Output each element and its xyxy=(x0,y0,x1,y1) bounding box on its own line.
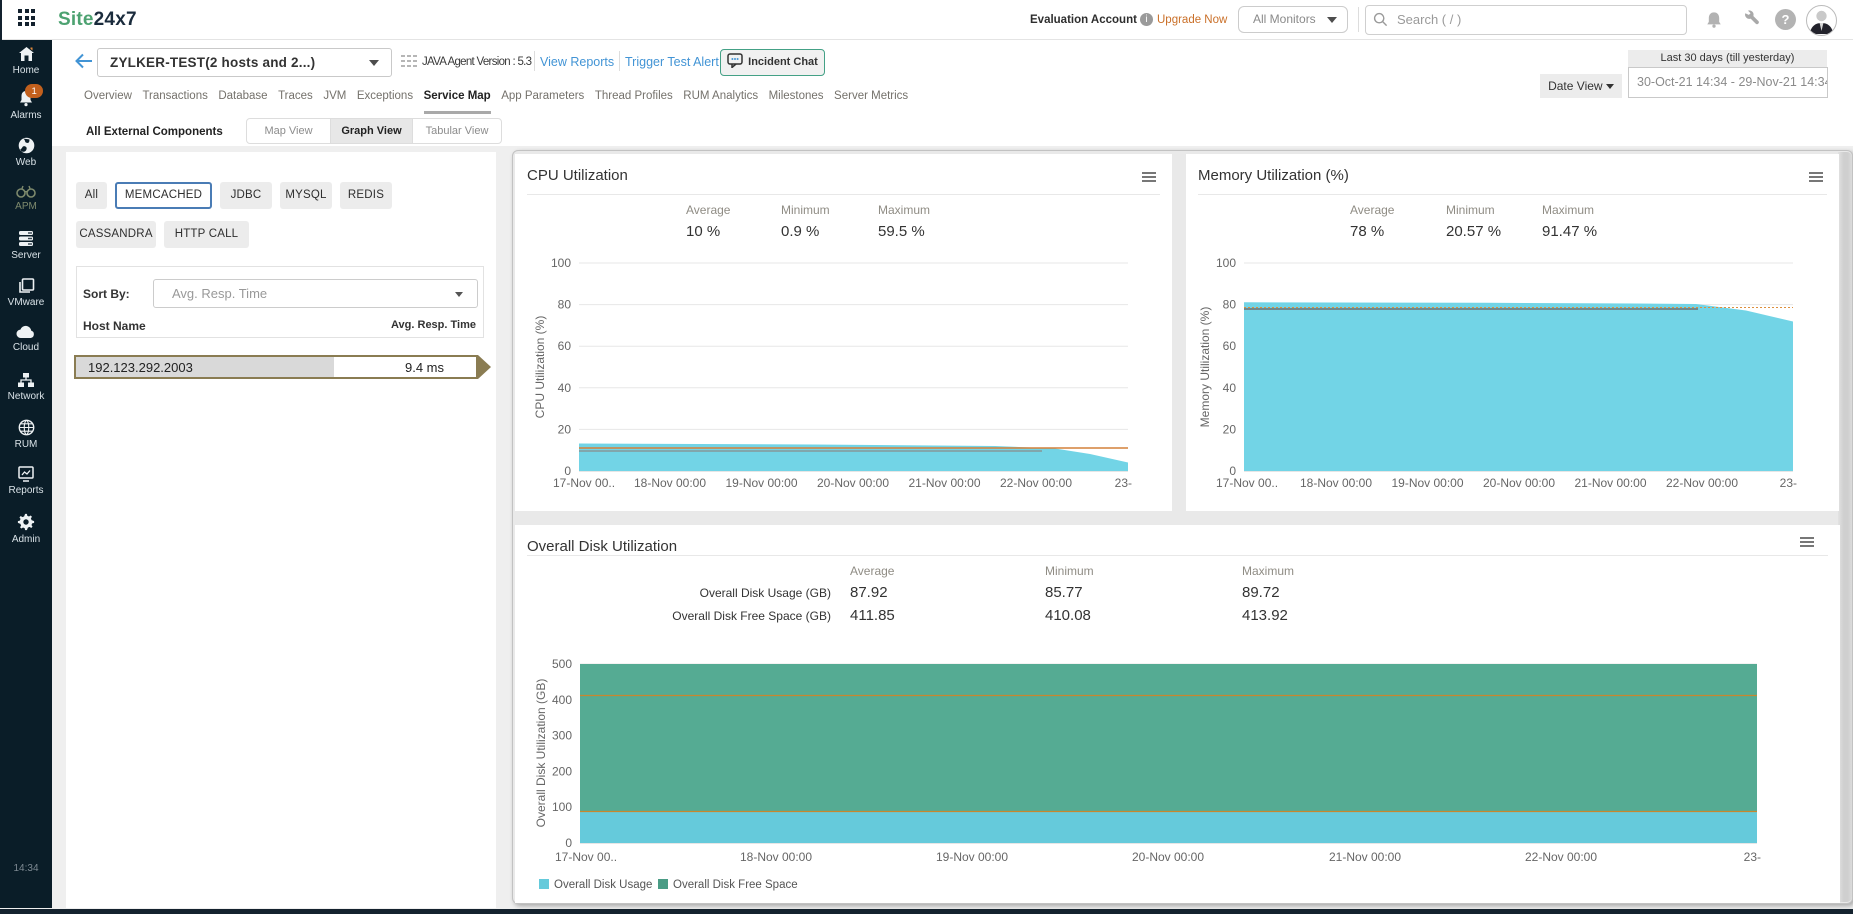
svg-text:19-Nov 00:00: 19-Nov 00:00 xyxy=(936,850,1008,864)
svg-text:200: 200 xyxy=(552,764,572,778)
svg-text:40: 40 xyxy=(1223,381,1237,395)
svg-text:0: 0 xyxy=(565,836,572,850)
svg-text:17-Nov 00..: 17-Nov 00.. xyxy=(553,476,615,490)
svg-text:21-Nov 00:00: 21-Nov 00:00 xyxy=(1574,476,1646,490)
svg-text:400: 400 xyxy=(552,693,572,707)
svg-text:21-Nov 00:00: 21-Nov 00:00 xyxy=(1329,850,1401,864)
svg-text:17-Nov 00..: 17-Nov 00.. xyxy=(555,850,617,864)
svg-text:20-Nov 00:00: 20-Nov 00:00 xyxy=(817,476,889,490)
svg-text:18-Nov 00:00: 18-Nov 00:00 xyxy=(634,476,706,490)
svg-text:100: 100 xyxy=(552,800,572,814)
svg-text:20-Nov 00:00: 20-Nov 00:00 xyxy=(1483,476,1555,490)
svg-text:20: 20 xyxy=(1223,422,1237,436)
svg-text:22-Nov 00:00: 22-Nov 00:00 xyxy=(1666,476,1738,490)
svg-text:19-Nov 00:00: 19-Nov 00:00 xyxy=(1391,476,1463,490)
svg-text:20: 20 xyxy=(558,422,572,436)
svg-text:80: 80 xyxy=(558,298,572,312)
svg-text:Overall Disk Free Space: Overall Disk Free Space xyxy=(673,879,798,891)
svg-text:Memory Utilization (%): Memory Utilization (%) xyxy=(1198,307,1212,428)
svg-text:23-: 23- xyxy=(1744,850,1761,864)
svg-text:80: 80 xyxy=(1223,298,1237,312)
svg-text:60: 60 xyxy=(558,339,572,353)
svg-text:18-Nov 00:00: 18-Nov 00:00 xyxy=(1300,476,1372,490)
svg-text:21-Nov 00:00: 21-Nov 00:00 xyxy=(908,476,980,490)
svg-text:100: 100 xyxy=(1216,256,1236,270)
svg-text:500: 500 xyxy=(552,657,572,671)
svg-text:40: 40 xyxy=(558,381,572,395)
svg-text:300: 300 xyxy=(552,729,572,743)
svg-text:22-Nov 00:00: 22-Nov 00:00 xyxy=(1525,850,1597,864)
svg-text:22-Nov 00:00: 22-Nov 00:00 xyxy=(1000,476,1072,490)
svg-text:19-Nov 00:00: 19-Nov 00:00 xyxy=(725,476,797,490)
svg-text:23-: 23- xyxy=(1780,476,1797,490)
svg-text:17-Nov 00..: 17-Nov 00.. xyxy=(1216,476,1278,490)
svg-text:CPU Utilization (%): CPU Utilization (%) xyxy=(533,316,547,419)
svg-text:60: 60 xyxy=(1223,339,1237,353)
svg-text:Overall Disk Usage: Overall Disk Usage xyxy=(554,879,652,891)
svg-text:100: 100 xyxy=(551,256,571,270)
svg-text:20-Nov 00:00: 20-Nov 00:00 xyxy=(1132,850,1204,864)
svg-text:Overall Disk Utilization (GB): Overall Disk Utilization (GB) xyxy=(534,679,548,828)
svg-text:23-: 23- xyxy=(1115,476,1132,490)
svg-text:18-Nov 00:00: 18-Nov 00:00 xyxy=(740,850,812,864)
